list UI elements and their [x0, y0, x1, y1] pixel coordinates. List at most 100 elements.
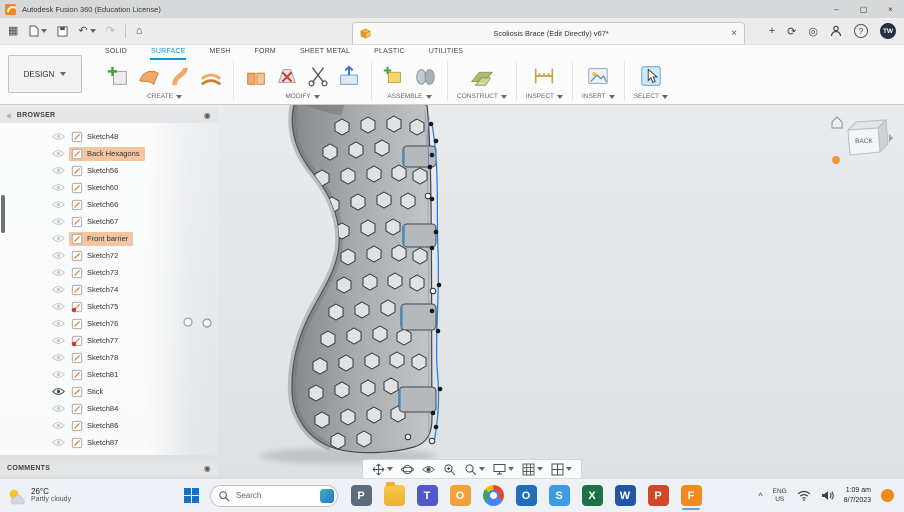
- zoom-button[interactable]: [464, 463, 485, 476]
- visibility-eye-icon[interactable]: [52, 285, 65, 294]
- panel-options-icon[interactable]: ◉: [204, 111, 211, 120]
- workspace-selector[interactable]: DESIGN: [8, 55, 82, 93]
- language-indicator[interactable]: ENG US: [773, 488, 787, 504]
- browser-item[interactable]: Sketch87: [0, 434, 218, 451]
- hidden-icons-chevron[interactable]: ^: [758, 491, 762, 501]
- start-button[interactable]: [178, 482, 204, 510]
- taskbar-app-icon[interactable]: P: [645, 481, 671, 511]
- visibility-eye-icon[interactable]: [52, 166, 65, 175]
- visibility-eye-icon[interactable]: [52, 234, 65, 243]
- document-tab[interactable]: Scoliosis Brace (Edit Directly) v67* ×: [352, 22, 745, 44]
- app-grid-icon[interactable]: ▦: [8, 25, 18, 37]
- browser-item[interactable]: Sketch77: [0, 332, 218, 349]
- visibility-eye-icon[interactable]: [52, 149, 65, 158]
- select-button[interactable]: [638, 63, 664, 89]
- extensions-icon[interactable]: [830, 25, 842, 37]
- modify-group-label[interactable]: MODIFY: [285, 93, 320, 100]
- undo-button[interactable]: ↶: [78, 25, 96, 37]
- visibility-eye-icon[interactable]: [52, 353, 65, 362]
- taskbar-app-icon[interactable]: S: [546, 481, 572, 511]
- taskbar-weather[interactable]: 26°C Partly cloudy: [0, 487, 112, 505]
- visibility-eye-icon[interactable]: [52, 387, 65, 396]
- visibility-eye-icon[interactable]: [52, 302, 65, 311]
- file-menu-button[interactable]: [28, 25, 48, 37]
- patch-button[interactable]: [136, 63, 162, 89]
- insert-group-label[interactable]: INSERT: [582, 93, 615, 100]
- minimize-button[interactable]: –: [823, 0, 850, 18]
- taskbar-app-icon[interactable]: O: [447, 481, 473, 511]
- home-button[interactable]: ⌂: [136, 25, 143, 37]
- home-view-icon[interactable]: [831, 116, 843, 129]
- notification-badge[interactable]: [881, 489, 894, 502]
- browser-item[interactable]: Sketch66: [0, 196, 218, 213]
- measure-button[interactable]: [531, 63, 557, 89]
- construct-plane-button[interactable]: [469, 63, 495, 89]
- grid-settings-button[interactable]: [522, 463, 543, 476]
- visibility-eye-icon[interactable]: [52, 404, 65, 413]
- split-button[interactable]: [305, 63, 331, 89]
- visibility-eye-icon[interactable]: [52, 183, 65, 192]
- visibility-eye-icon[interactable]: [52, 370, 65, 379]
- taskbar-app-icon[interactable]: c: [480, 481, 506, 511]
- visibility-eye-icon[interactable]: [52, 251, 65, 260]
- ribbon-tab[interactable]: MESH: [208, 46, 231, 60]
- extrude-surface-button[interactable]: [167, 63, 193, 89]
- ribbon-tab[interactable]: PLASTIC: [373, 46, 406, 60]
- browser-item[interactable]: Sketch84: [0, 400, 218, 417]
- collapse-panel-icon[interactable]: «: [7, 111, 12, 120]
- tab-close-icon[interactable]: ×: [731, 28, 737, 39]
- browser-item[interactable]: Sketch81: [0, 366, 218, 383]
- taskbar-app-icon[interactable]: O: [513, 481, 539, 511]
- taskbar-app-icon[interactable]: X: [579, 481, 605, 511]
- browser-item[interactable]: Stick: [0, 383, 218, 400]
- view-cube-body[interactable]: BACK: [846, 118, 889, 156]
- browser-item[interactable]: Sketch48: [0, 128, 218, 145]
- close-button[interactable]: ×: [877, 0, 904, 18]
- pan-button[interactable]: [372, 463, 393, 476]
- brace-model[interactable]: [287, 104, 443, 454]
- view-cube[interactable]: BACK: [828, 108, 894, 166]
- visibility-eye-icon[interactable]: [52, 336, 65, 345]
- ribbon-tab[interactable]: SOLID: [104, 46, 128, 60]
- browser-item[interactable]: Back Hexagons: [0, 145, 218, 162]
- browser-item[interactable]: Sketch86: [0, 417, 218, 434]
- save-button[interactable]: [57, 25, 68, 37]
- ribbon-tab[interactable]: UTILITIES: [428, 46, 464, 60]
- zoom-window-button[interactable]: [443, 463, 456, 476]
- orbit-button[interactable]: [401, 463, 414, 476]
- look-at-button[interactable]: [422, 465, 435, 474]
- wifi-icon[interactable]: [797, 490, 811, 501]
- browser-item[interactable]: Front barrier: [0, 230, 218, 247]
- display-settings-button[interactable]: [493, 463, 514, 475]
- visibility-eye-icon[interactable]: [52, 268, 65, 277]
- browser-item[interactable]: Sketch76: [0, 315, 218, 332]
- taskbar-app-icon[interactable]: F: [678, 481, 704, 511]
- joint-button[interactable]: [412, 63, 438, 89]
- notification-center-icon[interactable]: ◎: [808, 25, 818, 38]
- reverse-normal-button[interactable]: [336, 63, 362, 89]
- select-group-label[interactable]: SELECT: [634, 93, 668, 100]
- new-tab-button[interactable]: +: [769, 25, 775, 37]
- press-pull-button[interactable]: [243, 63, 269, 89]
- user-avatar[interactable]: TW: [880, 23, 896, 39]
- visibility-eye-icon[interactable]: [52, 438, 65, 447]
- taskbar-app-icon[interactable]: W: [612, 481, 638, 511]
- browser-item[interactable]: Sketch67: [0, 213, 218, 230]
- comments-bar[interactable]: COMMENTS ◉: [0, 461, 218, 476]
- job-status-icon[interactable]: ⟳: [787, 25, 796, 38]
- taskbar-app-icon[interactable]: [381, 481, 407, 511]
- browser-item[interactable]: Sketch73: [0, 264, 218, 281]
- browser-item[interactable]: Sketch72: [0, 247, 218, 264]
- browser-header[interactable]: « BROWSER ◉: [0, 108, 218, 123]
- browser-item[interactable]: Sketch74: [0, 281, 218, 298]
- redo-button[interactable]: ↷: [106, 25, 115, 37]
- search-highlight-icon[interactable]: [320, 488, 334, 503]
- construct-group-label[interactable]: CONSTRUCT: [457, 93, 507, 100]
- browser-scrollbar-thumb[interactable]: [1, 195, 5, 233]
- ribbon-tab[interactable]: SURFACE: [150, 46, 187, 60]
- rotate-right-icon[interactable]: [889, 134, 893, 142]
- taskbar-app-icon[interactable]: T: [414, 481, 440, 511]
- create-sketch-button[interactable]: [105, 63, 131, 89]
- ribbon-tab[interactable]: FORM: [254, 46, 277, 60]
- browser-item[interactable]: Sketch78: [0, 349, 218, 366]
